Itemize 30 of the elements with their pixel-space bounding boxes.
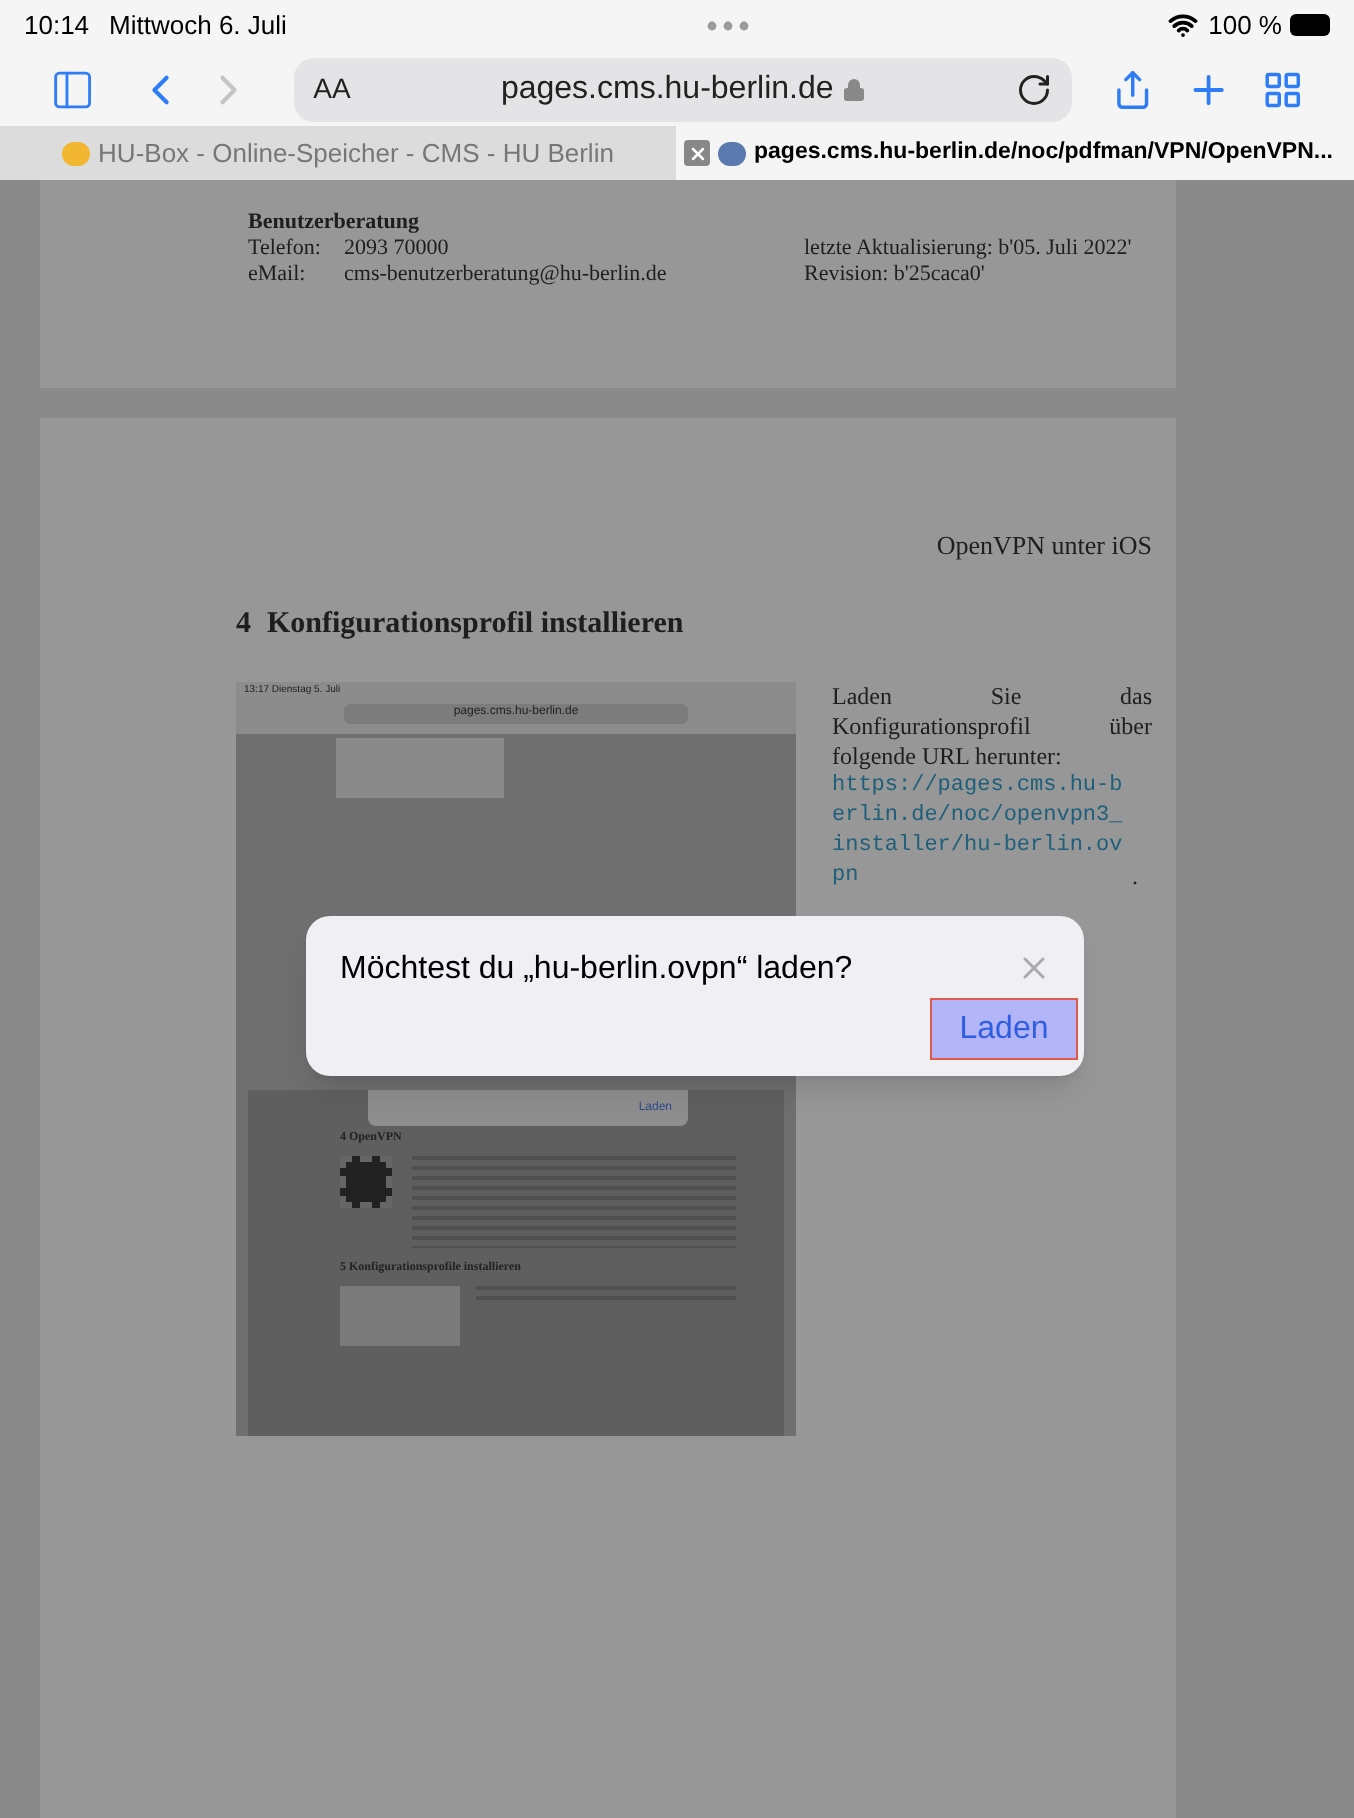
mini-screenshot-drawing xyxy=(340,1286,460,1346)
phone-number: 2093 70000 xyxy=(344,236,451,262)
address-bar[interactable]: AA pages.cms.hu-berlin.de xyxy=(293,57,1072,122)
qr-code-icon xyxy=(340,1156,392,1208)
close-icon[interactable] xyxy=(684,140,710,167)
revision-text: Revision: b'25caca0' xyxy=(804,262,987,288)
text-size-button[interactable]: AA xyxy=(313,68,351,111)
section-heading: 4 Konfigurationsprofil installieren xyxy=(236,605,686,643)
status-date: Mittwoch 6. Juli xyxy=(109,8,287,45)
contact-heading: Benutzerberatung xyxy=(248,210,422,236)
phone-label: Telefon: xyxy=(248,236,323,262)
instruction-paragraph: Laden Sie das Konfigurationsprofil über folgende URL herunter: xyxy=(832,682,1152,772)
share-icon[interactable] xyxy=(1111,67,1154,112)
email-label: eMail: xyxy=(248,262,308,288)
status-time: 10:14 xyxy=(24,8,90,45)
running-head: OpenVPN unter iOS xyxy=(934,528,1152,564)
reload-icon[interactable] xyxy=(1015,71,1052,108)
more-dots-icon[interactable] xyxy=(705,19,750,32)
battery-percent: 100 % xyxy=(1208,8,1282,45)
tabs-overview-icon[interactable] xyxy=(1262,67,1305,112)
email-address: cms-benutzerberatung@hu-berlin.de xyxy=(344,262,669,288)
wifi-icon xyxy=(1168,10,1199,41)
period-text: . xyxy=(1132,862,1138,892)
lock-icon xyxy=(841,77,866,102)
dialog-message: Möchtest du „hu-berlin.ovpn“ laden? xyxy=(340,950,855,990)
battery-icon xyxy=(1290,14,1330,37)
address-text: pages.cms.hu-berlin.de xyxy=(500,69,834,110)
favicon-icon xyxy=(62,141,91,166)
globe-favicon-icon xyxy=(718,141,746,166)
update-date: letzte Aktualisierung: b'05. Juli 2022' xyxy=(804,236,1132,262)
